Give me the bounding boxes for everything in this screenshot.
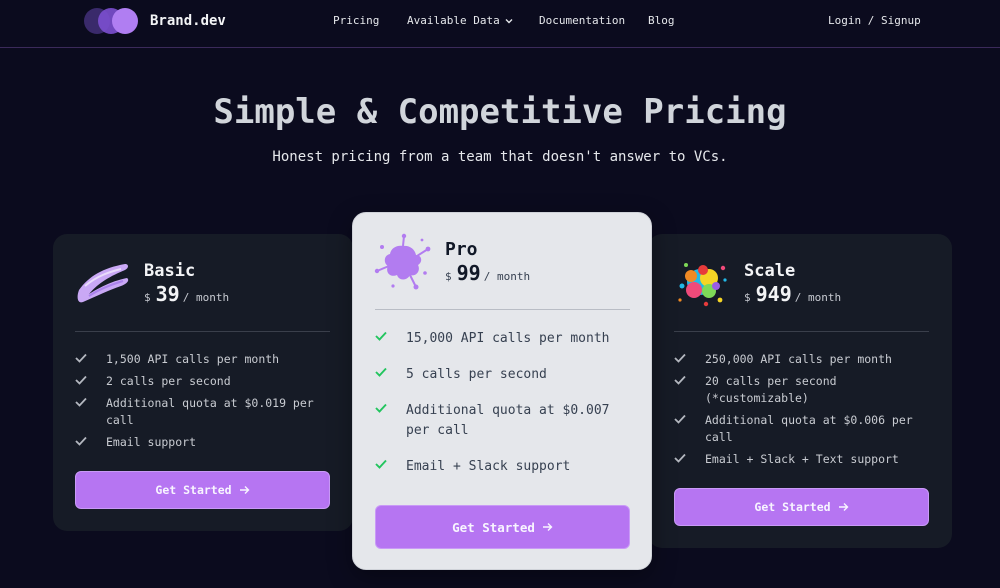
feature-item: Email + Slack support [375,457,630,477]
price-period: / month [794,291,842,304]
check-icon [375,403,387,413]
rainbow-splat-icon [678,263,727,307]
card-divider [75,331,330,332]
top-navigation: Brand.dev Pricing Available Data Documen… [0,0,1000,48]
feature-text: 20 calls per second (*customizable) [705,374,837,405]
nav-link-available-data[interactable]: Available Data [407,14,513,27]
feature-text: Additional quota at $0.019 per call [106,396,314,427]
plan-name: Scale [744,261,796,281]
check-icon [75,375,87,385]
feature-item: Email + Slack + Text support [674,451,929,468]
card-divider [674,331,929,332]
pricing-card-scale: Scale $949/ month 250,000 API calls per … [648,234,952,548]
price-amount: 99 [456,261,481,285]
price-amount: 949 [755,282,792,306]
button-label: Get Started [155,483,232,497]
feature-item: 5 calls per second [375,365,630,385]
arrow-right-icon [838,503,849,511]
get-started-button-basic[interactable]: Get Started [75,471,330,509]
nav-link-available-data-label: Available Data [407,14,500,27]
check-icon [674,414,686,424]
feature-item: 20 calls per second (*customizable) [674,373,929,407]
arrow-right-icon [542,523,553,531]
check-icon [674,353,686,363]
feature-text: 250,000 API calls per month [705,352,892,366]
feature-item: Email support [75,434,330,451]
nav-link-blog[interactable]: Blog [648,14,675,27]
page-subtitle: Honest pricing from a team that doesn't … [272,149,728,165]
feature-item: Additional quota at $0.006 per call [674,412,929,446]
feature-text: Email + Slack support [406,459,571,474]
pricing-card-basic: Basic $39/ month 1,500 API calls per mon… [53,234,353,531]
feature-text: Additional quota at $0.006 per call [705,413,913,444]
feature-list: 15,000 API calls per month 5 calls per s… [375,329,630,477]
price-period: / month [182,291,230,304]
feature-text: 15,000 API calls per month [406,331,610,346]
check-icon [375,459,387,469]
feature-text: 5 calls per second [406,367,547,382]
feature-item: 1,500 API calls per month [75,351,330,368]
button-label: Get Started [452,519,535,535]
paint-splat-icon [374,233,431,290]
check-icon [75,397,87,407]
feature-text: Email + Slack + Text support [705,452,899,466]
pricing-card-pro: Pro $99/ month 15,000 API calls per mont… [352,212,652,570]
feature-text: Additional quota at $0.007 per call [406,403,610,438]
feature-item: 250,000 API calls per month [674,351,929,368]
feature-text: 1,500 API calls per month [106,352,280,366]
plan-price: $39/ month [144,282,229,306]
arrow-right-icon [239,486,250,494]
check-icon [375,331,387,341]
feature-text: Email support [106,435,197,449]
feature-text: 2 calls per second [106,374,231,388]
price-period: / month [483,270,531,283]
check-icon [75,436,87,446]
feature-item: Additional quota at $0.007 per call [375,401,630,441]
feature-item: 2 calls per second [75,373,330,390]
nav-link-pricing[interactable]: Pricing [333,14,379,27]
feature-list: 1,500 API calls per month 2 calls per se… [75,351,330,451]
card-divider [375,309,630,310]
nav-link-documentation[interactable]: Documentation [539,14,625,27]
price-currency: $ [445,270,452,283]
feature-list: 250,000 API calls per month 20 calls per… [674,351,929,468]
page-title: Simple & Competitive Pricing [213,92,787,132]
get-started-button-pro[interactable]: Get Started [375,505,630,549]
login-signup-link[interactable]: Login / Signup [828,14,921,27]
check-icon [674,375,686,385]
check-icon [75,353,87,363]
brand-home-link[interactable]: Brand.dev [84,8,226,34]
button-label: Get Started [754,500,831,514]
chevron-down-icon [505,19,513,24]
price-currency: $ [144,291,151,304]
feature-item: 15,000 API calls per month [375,329,630,349]
plan-name: Basic [144,261,196,281]
check-icon [674,453,686,463]
brand-logo-icon [84,8,140,34]
check-icon [375,367,387,377]
price-currency: $ [744,291,751,304]
plan-price: $949/ month [744,282,841,306]
brush-stroke-icon [77,264,129,303]
price-amount: 39 [155,282,180,306]
brand-name: Brand.dev [150,13,226,29]
get-started-button-scale[interactable]: Get Started [674,488,929,526]
plan-price: $99/ month [445,261,530,285]
feature-item: Additional quota at $0.019 per call [75,395,330,429]
plan-name: Pro [445,239,478,260]
